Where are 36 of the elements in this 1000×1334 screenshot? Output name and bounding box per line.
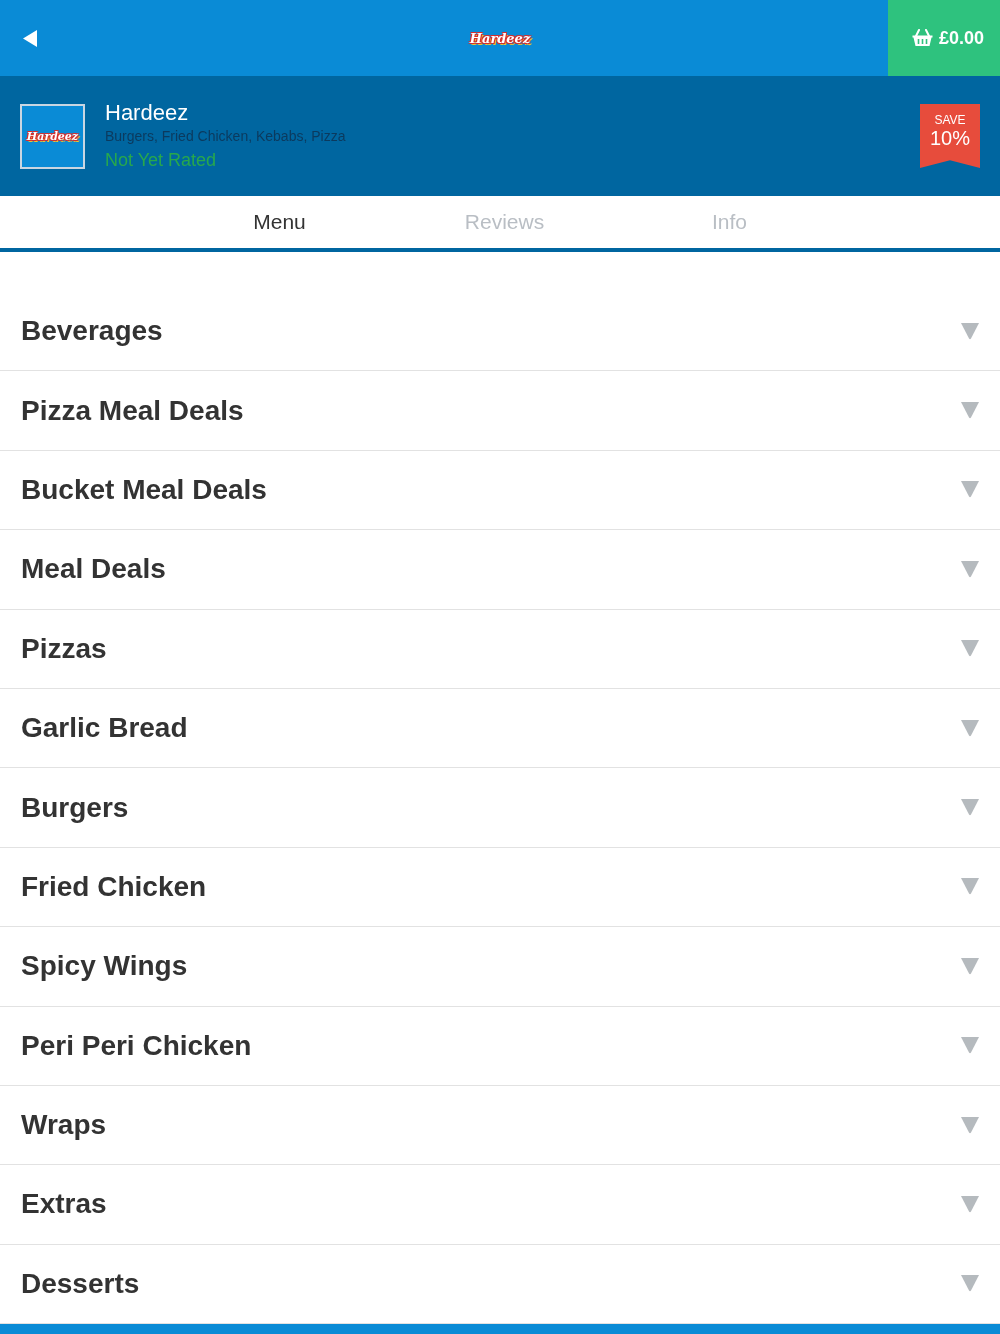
category-name: Meal Deals [21, 552, 166, 587]
tab[interactable]: Menu [167, 196, 392, 248]
category-row[interactable]: Bucket Meal Deals [0, 450, 1000, 531]
category-row[interactable]: Pizza Meal Deals [0, 371, 1000, 451]
brand-logo: Hardeez [468, 29, 532, 47]
category-name: Pizzas [21, 631, 107, 666]
category-name: Garlic Bread [21, 711, 188, 746]
category-name: Pizza Meal Deals [21, 393, 244, 428]
back-icon [23, 29, 37, 47]
category-row[interactable]: Beverages [0, 292, 1000, 372]
save-label: SAVE [934, 114, 966, 127]
basket-icon [911, 29, 933, 47]
category-row[interactable]: Pizzas [0, 609, 1000, 689]
category-name: Spicy Wings [21, 949, 188, 984]
rating-text: Not Yet Rated [105, 149, 218, 172]
category-name: Wraps [21, 1108, 107, 1143]
category-row[interactable]: Extras [0, 1165, 1000, 1245]
category-row[interactable]: Peri Peri Chicken [0, 1006, 1000, 1086]
category-row[interactable]: Burgers [0, 768, 1000, 848]
category-name: Burgers [21, 790, 129, 825]
category-name: Extras [21, 1187, 107, 1222]
category-row[interactable]: Fried Chicken [0, 847, 1000, 928]
cuisine-list: Burgers, Fried Chicken, Kebabs, Pizza [105, 127, 346, 145]
discount-value: 10% [930, 127, 970, 149]
category-name: Bucket Meal Deals [21, 472, 267, 507]
category-row[interactable]: Meal Deals [0, 530, 1000, 610]
category-name: Peri Peri Chicken [21, 1028, 252, 1063]
category-name: Fried Chicken [21, 869, 207, 904]
back-button[interactable] [22, 29, 38, 47]
restaurant-logo: Hardeez [20, 103, 85, 169]
category-name: Beverages [21, 314, 163, 349]
category-row[interactable]: Wraps [0, 1085, 1000, 1166]
category-row[interactable]: Garlic Bread [0, 688, 1000, 769]
category-name: Desserts [21, 1266, 140, 1301]
restaurant-name: Hardeez [105, 99, 190, 127]
category-row[interactable]: Spicy Wings [0, 927, 1000, 1007]
